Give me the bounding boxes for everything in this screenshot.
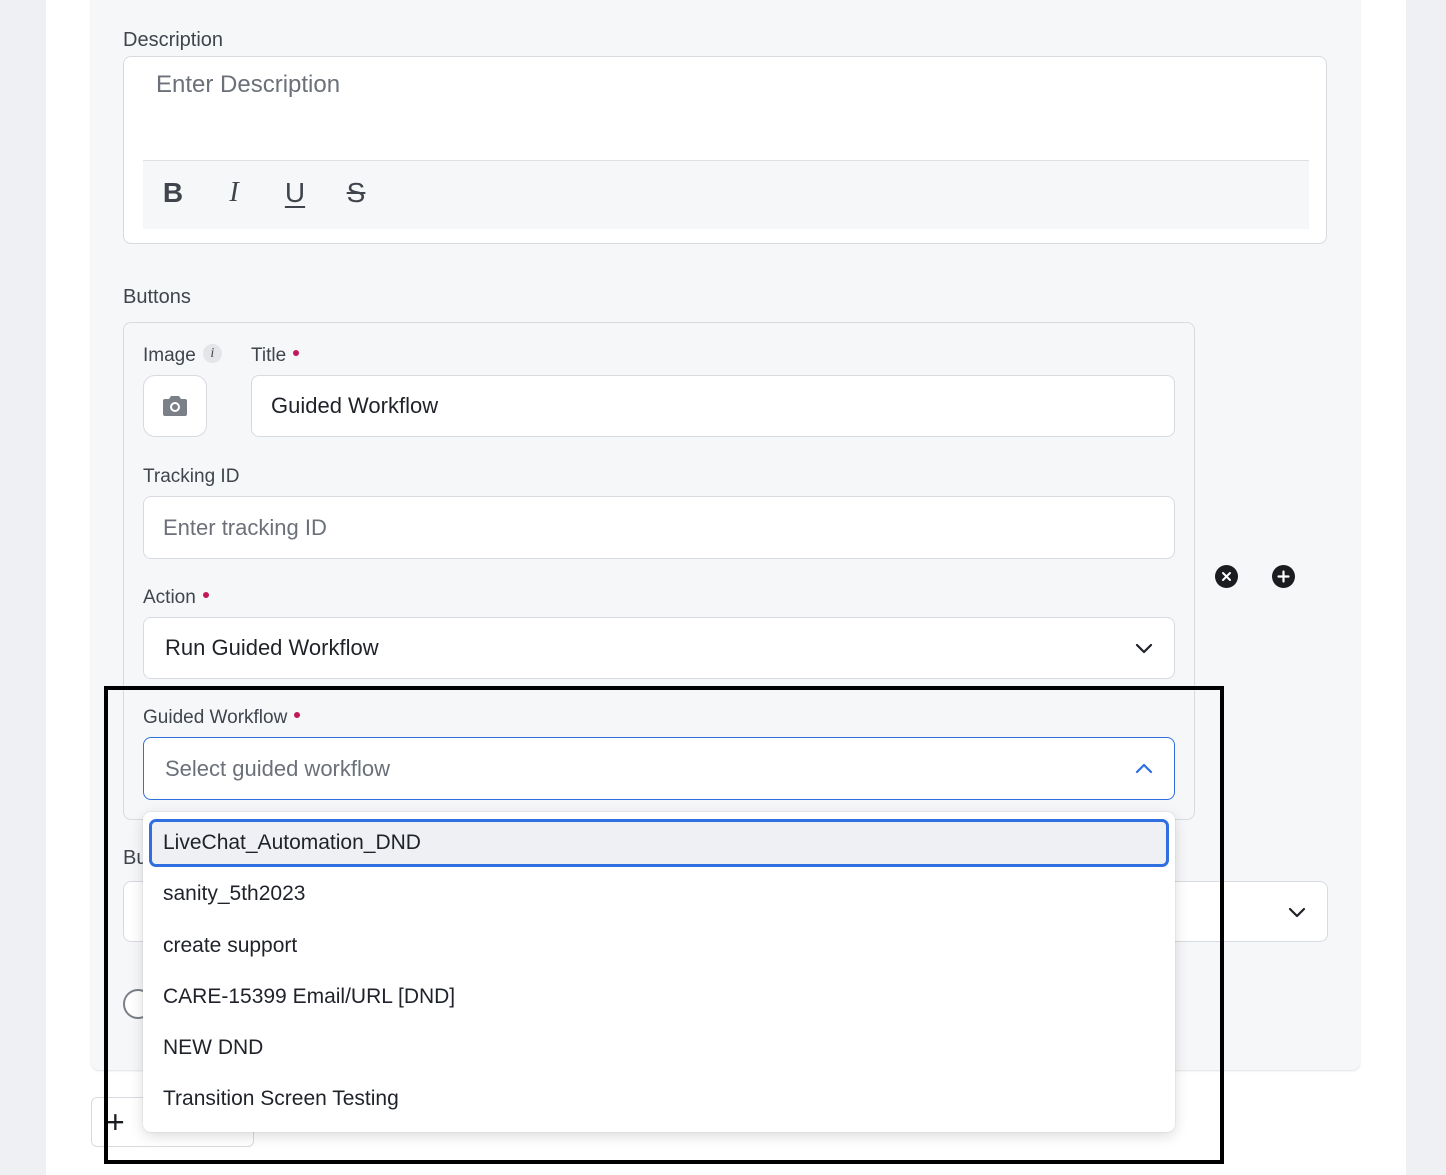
- guided-workflow-dropdown: LiveChat_Automation_DND sanity_5th2023 c…: [143, 812, 1175, 1132]
- underline-icon[interactable]: U: [277, 175, 313, 211]
- guided-workflow-select[interactable]: Select guided workflow: [143, 737, 1175, 800]
- info-icon[interactable]: i: [202, 344, 222, 364]
- chevron-down-icon: [1288, 907, 1306, 917]
- required-indicator: [293, 349, 300, 356]
- tracking-id-input[interactable]: Enter tracking ID: [143, 496, 1175, 559]
- title-input[interactable]: Guided Workflow: [251, 375, 1175, 437]
- image-upload-button[interactable]: [143, 375, 207, 437]
- required-indicator: [294, 711, 301, 718]
- guided-workflow-label-text: Guided Workflow: [143, 707, 288, 728]
- strikethrough-icon[interactable]: S: [338, 175, 374, 211]
- dropdown-option[interactable]: LiveChat_Automation_DND: [149, 819, 1169, 867]
- title-label-text: Title: [251, 345, 287, 366]
- action-label: Action: [143, 587, 209, 609]
- camera-icon: [163, 396, 187, 416]
- dropdown-option[interactable]: NEW DND: [143, 1024, 1175, 1072]
- title-label: Title: [251, 345, 300, 367]
- guided-workflow-label: Guided Workflow: [143, 707, 301, 729]
- image-label-text: Image: [143, 345, 196, 366]
- chevron-down-icon: [1135, 643, 1153, 654]
- tracking-id-label: Tracking ID: [143, 466, 240, 487]
- buttons-section-label: Buttons: [123, 286, 191, 308]
- description-label: Description: [123, 29, 224, 51]
- italic-icon[interactable]: I: [216, 175, 252, 211]
- dropdown-option[interactable]: sanity_5th2023: [143, 870, 1175, 918]
- action-select-value: Run Guided Workflow: [165, 635, 379, 660]
- action-select[interactable]: Run Guided Workflow: [143, 617, 1175, 679]
- required-indicator: [202, 591, 209, 598]
- chevron-up-icon: [1135, 763, 1153, 773]
- action-label-text: Action: [143, 587, 196, 608]
- bold-icon[interactable]: B: [155, 175, 191, 211]
- guided-workflow-placeholder: Select guided workflow: [165, 755, 391, 781]
- dropdown-option[interactable]: CARE-15399 Email/URL [DND]: [143, 973, 1175, 1021]
- dropdown-option[interactable]: create support: [143, 922, 1175, 970]
- dropdown-option[interactable]: Transition Screen Testing: [143, 1075, 1175, 1123]
- description-editor[interactable]: Enter Description B I U S: [123, 56, 1327, 244]
- plus-icon: +: [106, 1104, 125, 1140]
- description-placeholder: Enter Description: [156, 71, 341, 98]
- add-button-icon[interactable]: [1272, 565, 1295, 588]
- format-toolbar: B I U S: [143, 160, 1309, 229]
- remove-button-icon[interactable]: [1215, 565, 1238, 588]
- image-label: Image i: [143, 344, 222, 367]
